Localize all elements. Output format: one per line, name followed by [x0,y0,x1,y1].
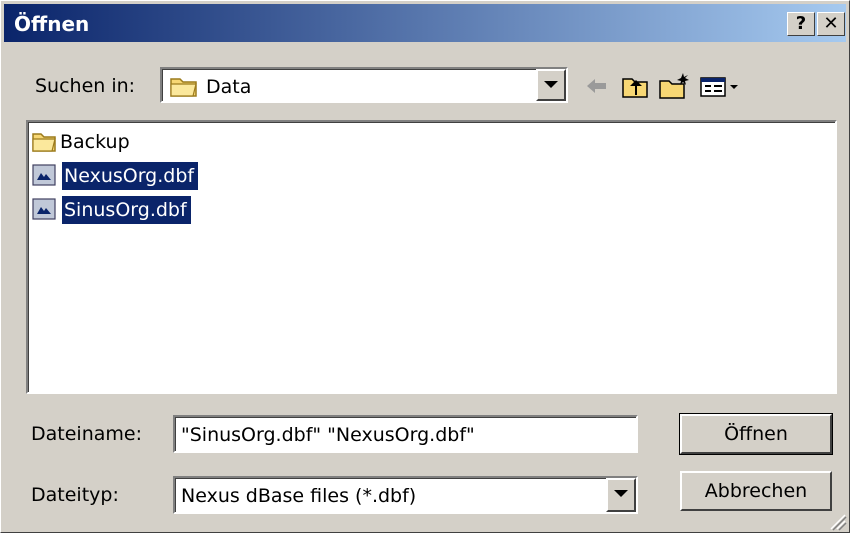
filetype-dropdown-button[interactable] [606,478,636,512]
back-arrow-icon [587,79,606,93]
help-button[interactable]: ? [787,12,815,36]
cancel-button[interactable]: Abbrechen [680,471,832,511]
view-menu-icon [700,77,738,97]
chevron-down-icon [614,490,628,497]
open-button[interactable]: Öffnen [679,413,833,455]
lookin-label: Suchen in: [35,75,136,97]
view-menu-button[interactable] [697,69,745,103]
dbf-file-icon [32,198,56,220]
lookin-value: Data [206,76,252,98]
close-button[interactable]: ✕ [817,12,845,36]
back-button[interactable] [579,69,613,103]
title-bar[interactable]: Öffnen ? ✕ [4,4,846,42]
up-folder-button[interactable] [618,69,652,103]
filetype-value: Nexus dBase files (*.dbf) [181,485,417,507]
resize-grip-icon[interactable] [827,511,847,531]
chevron-down-icon [544,81,558,88]
up-folder-icon [622,78,648,98]
lookin-dropdown-button[interactable] [536,69,566,101]
dialog-title: Öffnen [14,12,90,36]
filetype-label: Dateityp: [31,484,119,506]
folder-icon [170,78,197,97]
filename-label: Dateiname: [31,423,142,445]
file-name: NexusOrg.dbf [62,162,199,190]
filename-value: "SinusOrg.dbf" "NexusOrg.dbf" [181,424,475,446]
file-name: Backup [60,131,130,153]
new-folder-icon [659,73,689,99]
open-dialog: Öffnen ? ✕ Suchen in: Data Backup NexusO… [0,0,850,533]
dbf-file-icon [32,164,56,186]
folder-icon [32,133,56,152]
lookin-combo[interactable]: Data [160,67,568,103]
file-name: SinusOrg.dbf [62,196,191,224]
filetype-combo[interactable]: Nexus dBase files (*.dbf) [173,476,638,514]
new-folder-button[interactable] [657,69,691,103]
file-list[interactable]: Backup NexusOrg.dbf SinusOrg.dbf [26,120,837,394]
filename-input[interactable]: "SinusOrg.dbf" "NexusOrg.dbf" [173,415,638,453]
